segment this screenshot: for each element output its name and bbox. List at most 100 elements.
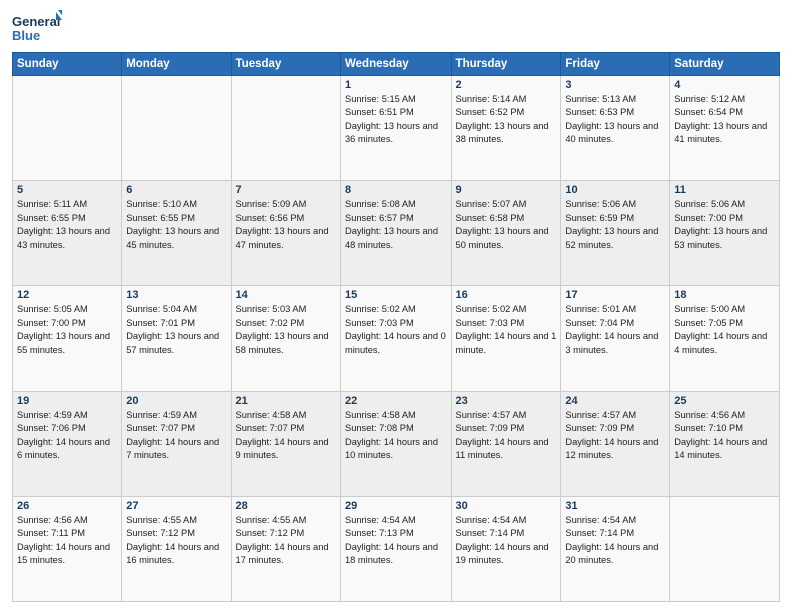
- day-cell: [670, 496, 780, 601]
- weekday-header-wednesday: Wednesday: [341, 53, 452, 76]
- calendar-table: SundayMondayTuesdayWednesdayThursdayFrid…: [12, 52, 780, 602]
- weekday-header-thursday: Thursday: [451, 53, 561, 76]
- day-info: Sunrise: 4:54 AM Sunset: 7:13 PM Dayligh…: [345, 514, 447, 568]
- day-cell: 31Sunrise: 4:54 AM Sunset: 7:14 PM Dayli…: [561, 496, 670, 601]
- day-number: 6: [126, 184, 226, 196]
- day-cell: [231, 76, 340, 181]
- day-number: 10: [565, 184, 665, 196]
- day-cell: 4 Sunrise: 5:12 AM Sunset: 6:54 PM Daylig…: [670, 76, 780, 181]
- day-number: 14: [236, 289, 336, 301]
- day-cell: 16 Sunrise: 5:02 AM Sunset: 7:03 PM Dayli…: [451, 286, 561, 391]
- week-row-3: 12Sunrise: 5:05 AM Sunset: 7:00 PM Dayli…: [13, 286, 780, 391]
- calendar-page: General Blue SundayMondayTuesdayWednesda…: [0, 0, 792, 612]
- day-number: 16: [456, 289, 557, 301]
- day-cell: 10 Sunrise: 5:06 AM Sunset: 6:59 PM Dayli…: [561, 181, 670, 286]
- day-cell: [13, 76, 122, 181]
- day-info: Sunrise: 5:15 AM Sunset: 6:51 PM Dayligh…: [345, 93, 447, 147]
- day-cell: 29 Sunrise: 4:54 AM Sunset: 7:13 PM Dayli…: [341, 496, 452, 601]
- day-info: Sunrise: 4:55 AM Sunset: 7:12 PM Dayligh…: [236, 514, 336, 568]
- logo: General Blue: [12, 10, 62, 46]
- week-row-2: 5 Sunrise: 5:11 AM Sunset: 6:55 PM Daylig…: [13, 181, 780, 286]
- day-number: 3: [565, 79, 665, 91]
- day-cell: 2 Sunrise: 5:14 AM Sunset: 6:52 PM Daylig…: [451, 76, 561, 181]
- day-info: Sunrise: 5:02 AM Sunset: 7:03 PM Dayligh…: [345, 303, 447, 357]
- day-info: Sunrise: 4:56 AM Sunset: 7:11 PM Dayligh…: [17, 514, 117, 568]
- day-info: Sunrise: 5:02 AM Sunset: 7:03 PM Dayligh…: [456, 303, 557, 357]
- weekday-header-saturday: Saturday: [670, 53, 780, 76]
- day-cell: 5 Sunrise: 5:11 AM Sunset: 6:55 PM Daylig…: [13, 181, 122, 286]
- day-cell: 27Sunrise: 4:55 AM Sunset: 7:12 PM Dayli…: [122, 496, 231, 601]
- day-info: Sunrise: 5:07 AM Sunset: 6:58 PM Dayligh…: [456, 198, 557, 252]
- day-info: Sunrise: 5:06 AM Sunset: 7:00 PM Dayligh…: [674, 198, 775, 252]
- day-info: Sunrise: 5:06 AM Sunset: 6:59 PM Dayligh…: [565, 198, 665, 252]
- day-number: 29: [345, 500, 447, 512]
- day-number: 18: [674, 289, 775, 301]
- day-cell: 20 Sunrise: 4:59 AM Sunset: 7:07 PM Dayli…: [122, 391, 231, 496]
- weekday-header-tuesday: Tuesday: [231, 53, 340, 76]
- day-cell: 6Sunrise: 5:10 AM Sunset: 6:55 PM Daylig…: [122, 181, 231, 286]
- day-info: Sunrise: 4:55 AM Sunset: 7:12 PM Dayligh…: [126, 514, 226, 568]
- day-cell: 15 Sunrise: 5:02 AM Sunset: 7:03 PM Dayli…: [341, 286, 452, 391]
- day-info: Sunrise: 4:58 AM Sunset: 7:07 PM Dayligh…: [236, 409, 336, 463]
- day-number: 11: [674, 184, 775, 196]
- header: General Blue: [12, 10, 780, 46]
- day-cell: 22 Sunrise: 4:58 AM Sunset: 7:08 PM Dayli…: [341, 391, 452, 496]
- day-info: Sunrise: 4:59 AM Sunset: 7:07 PM Dayligh…: [126, 409, 226, 463]
- day-cell: 24 Sunrise: 4:57 AM Sunset: 7:09 PM Dayli…: [561, 391, 670, 496]
- day-number: 30: [456, 500, 557, 512]
- day-info: Sunrise: 5:04 AM Sunset: 7:01 PM Dayligh…: [126, 303, 226, 357]
- weekday-header-monday: Monday: [122, 53, 231, 76]
- day-cell: 18 Sunrise: 5:00 AM Sunset: 7:05 PM Dayli…: [670, 286, 780, 391]
- day-number: 1: [345, 79, 447, 91]
- week-row-4: 19 Sunrise: 4:59 AM Sunset: 7:06 PM Dayli…: [13, 391, 780, 496]
- day-info: Sunrise: 4:59 AM Sunset: 7:06 PM Dayligh…: [17, 409, 117, 463]
- day-number: 20: [126, 395, 226, 407]
- day-info: Sunrise: 5:03 AM Sunset: 7:02 PM Dayligh…: [236, 303, 336, 357]
- day-cell: 23Sunrise: 4:57 AM Sunset: 7:09 PM Dayli…: [451, 391, 561, 496]
- day-number: 13: [126, 289, 226, 301]
- day-cell: 28Sunrise: 4:55 AM Sunset: 7:12 PM Dayli…: [231, 496, 340, 601]
- svg-text:General: General: [12, 14, 60, 29]
- day-cell: 1 Sunrise: 5:15 AM Sunset: 6:51 PM Daylig…: [341, 76, 452, 181]
- day-info: Sunrise: 4:58 AM Sunset: 7:08 PM Dayligh…: [345, 409, 447, 463]
- day-info: Sunrise: 4:57 AM Sunset: 7:09 PM Dayligh…: [456, 409, 557, 463]
- day-cell: 25 Sunrise: 4:56 AM Sunset: 7:10 PM Dayli…: [670, 391, 780, 496]
- day-cell: 21 Sunrise: 4:58 AM Sunset: 7:07 PM Dayli…: [231, 391, 340, 496]
- day-number: 22: [345, 395, 447, 407]
- day-cell: 19 Sunrise: 4:59 AM Sunset: 7:06 PM Dayli…: [13, 391, 122, 496]
- day-info: Sunrise: 5:09 AM Sunset: 6:56 PM Dayligh…: [236, 198, 336, 252]
- day-info: Sunrise: 5:12 AM Sunset: 6:54 PM Dayligh…: [674, 93, 775, 147]
- day-cell: 12Sunrise: 5:05 AM Sunset: 7:00 PM Dayli…: [13, 286, 122, 391]
- weekday-header-row: SundayMondayTuesdayWednesdayThursdayFrid…: [13, 53, 780, 76]
- day-cell: 13 Sunrise: 5:04 AM Sunset: 7:01 PM Dayli…: [122, 286, 231, 391]
- day-cell: 26Sunrise: 4:56 AM Sunset: 7:11 PM Dayli…: [13, 496, 122, 601]
- day-number: 5: [17, 184, 117, 196]
- day-info: Sunrise: 4:56 AM Sunset: 7:10 PM Dayligh…: [674, 409, 775, 463]
- day-number: 21: [236, 395, 336, 407]
- day-info: Sunrise: 5:14 AM Sunset: 6:52 PM Dayligh…: [456, 93, 557, 147]
- calendar-header: SundayMondayTuesdayWednesdayThursdayFrid…: [13, 53, 780, 76]
- day-number: 17: [565, 289, 665, 301]
- week-row-5: 26Sunrise: 4:56 AM Sunset: 7:11 PM Dayli…: [13, 496, 780, 601]
- day-number: 15: [345, 289, 447, 301]
- weekday-header-friday: Friday: [561, 53, 670, 76]
- day-info: Sunrise: 5:13 AM Sunset: 6:53 PM Dayligh…: [565, 93, 665, 147]
- weekday-header-sunday: Sunday: [13, 53, 122, 76]
- day-number: 8: [345, 184, 447, 196]
- day-info: Sunrise: 5:08 AM Sunset: 6:57 PM Dayligh…: [345, 198, 447, 252]
- day-cell: 9Sunrise: 5:07 AM Sunset: 6:58 PM Daylig…: [451, 181, 561, 286]
- day-number: 19: [17, 395, 117, 407]
- svg-text:Blue: Blue: [12, 28, 40, 43]
- day-info: Sunrise: 5:00 AM Sunset: 7:05 PM Dayligh…: [674, 303, 775, 357]
- day-number: 4: [674, 79, 775, 91]
- day-number: 2: [456, 79, 557, 91]
- day-cell: [122, 76, 231, 181]
- day-number: 25: [674, 395, 775, 407]
- day-number: 12: [17, 289, 117, 301]
- week-row-1: 1 Sunrise: 5:15 AM Sunset: 6:51 PM Daylig…: [13, 76, 780, 181]
- day-cell: 30Sunrise: 4:54 AM Sunset: 7:14 PM Dayli…: [451, 496, 561, 601]
- day-info: Sunrise: 4:57 AM Sunset: 7:09 PM Dayligh…: [565, 409, 665, 463]
- day-cell: 17Sunrise: 5:01 AM Sunset: 7:04 PM Dayli…: [561, 286, 670, 391]
- day-number: 24: [565, 395, 665, 407]
- day-info: Sunrise: 5:11 AM Sunset: 6:55 PM Dayligh…: [17, 198, 117, 252]
